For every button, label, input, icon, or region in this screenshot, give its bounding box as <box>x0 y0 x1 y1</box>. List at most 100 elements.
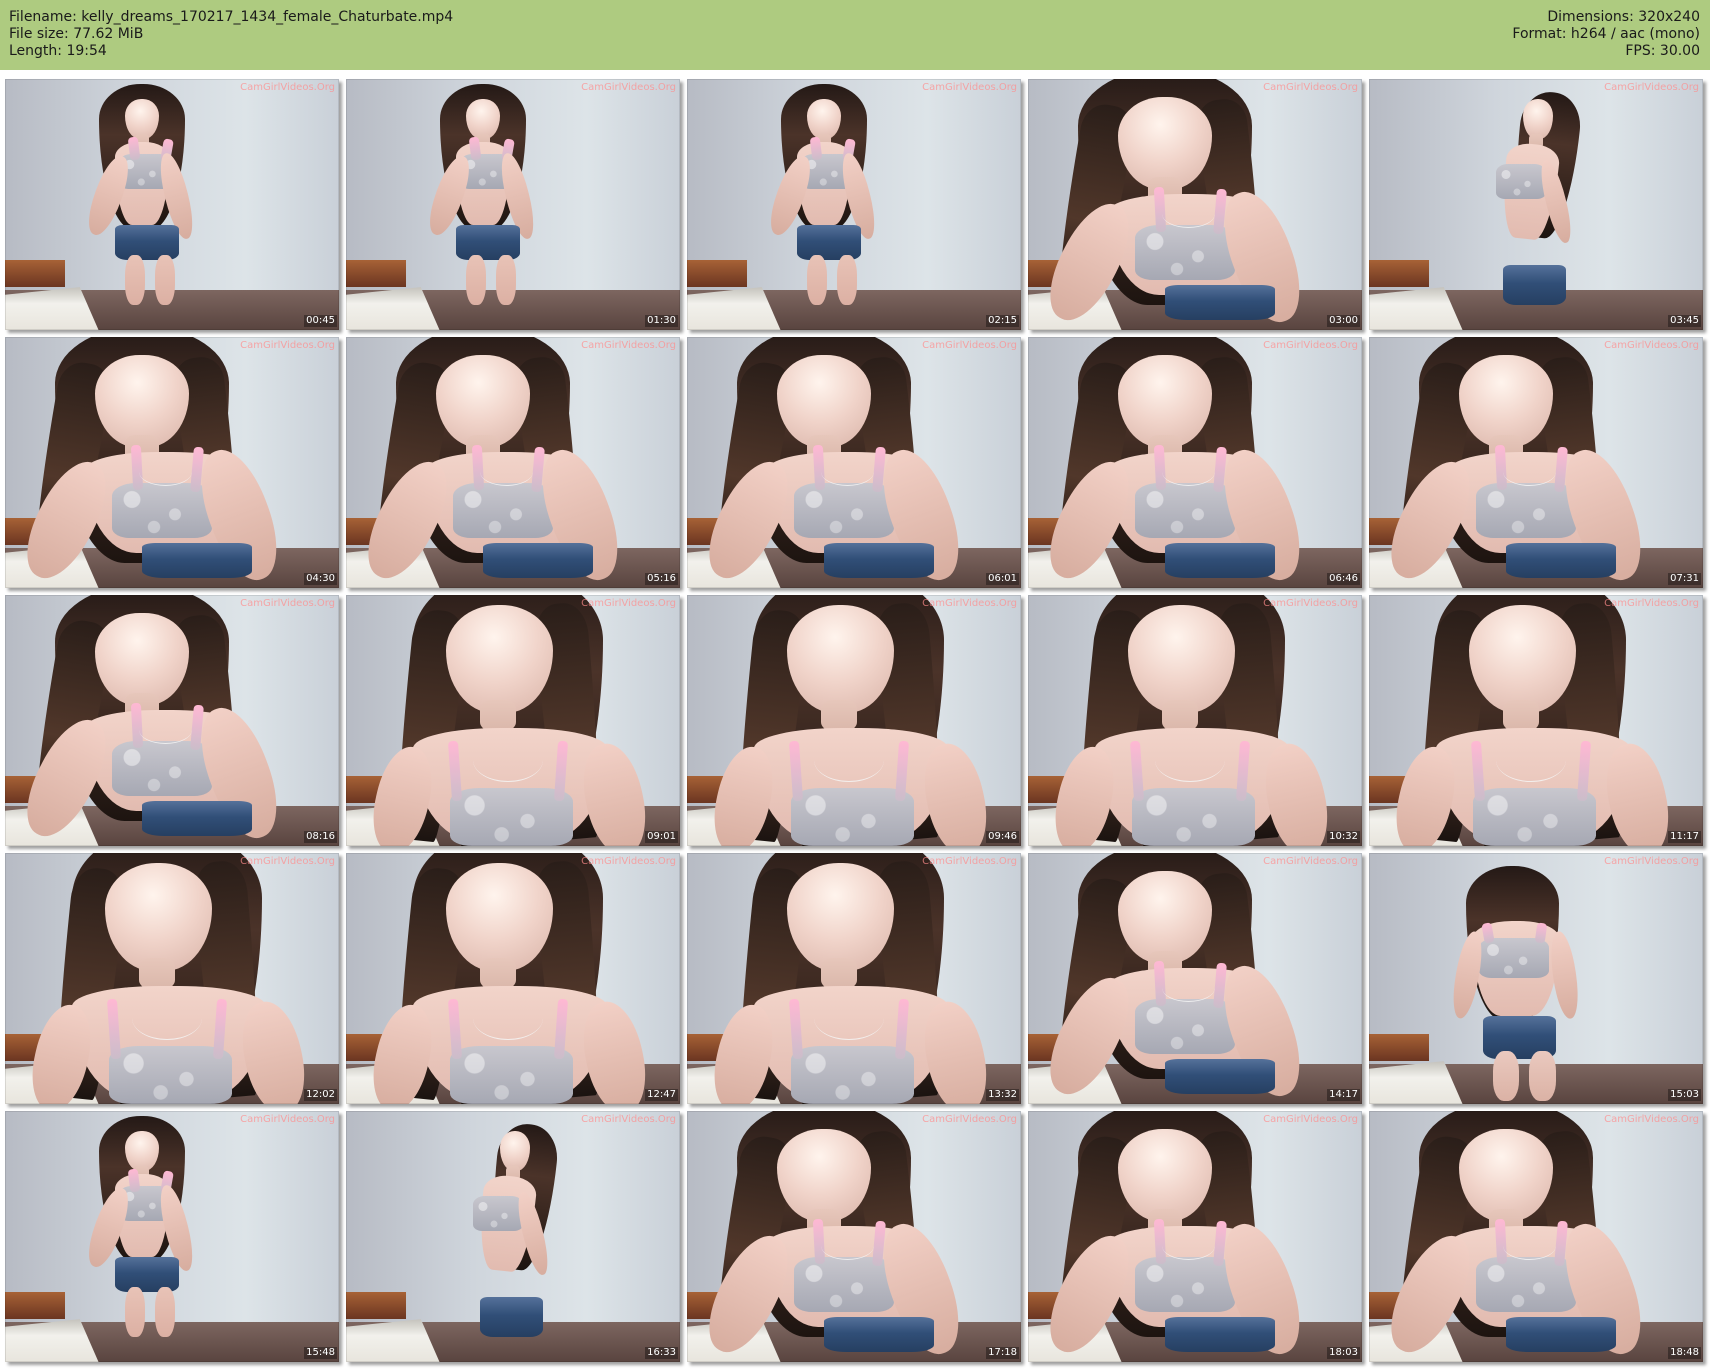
thumbnail-scene <box>1028 853 1362 1104</box>
thumbnail-scene <box>5 853 339 1104</box>
thumbnail: CamGirlVideos.Org 00:45 <box>5 79 339 330</box>
thumbnail-scene <box>1028 337 1362 588</box>
thumbnail-watermark: CamGirlVideos.Org <box>1263 598 1358 609</box>
thumbnail-scene <box>5 79 339 330</box>
thumbnail-timestamp: 07:31 <box>1668 573 1701 585</box>
thumbnail-scene <box>1369 595 1703 846</box>
thumbnail-timestamp: 16:33 <box>645 1347 678 1359</box>
thumbnail-scene <box>346 853 680 1104</box>
thumbnail-watermark: CamGirlVideos.Org <box>1604 82 1699 93</box>
thumbnail-watermark: CamGirlVideos.Org <box>581 856 676 867</box>
thumbnail-timestamp: 11:17 <box>1668 831 1701 843</box>
thumbnail-timestamp: 06:01 <box>986 573 1019 585</box>
thumbnail: CamGirlVideos.Org 07:31 <box>1369 337 1703 588</box>
thumbnail-grid: CamGirlVideos.Org 00:45 CamGirlVideos.Or… <box>0 0 1710 1370</box>
thumbnail-scene <box>346 1111 680 1362</box>
thumbnail-watermark: CamGirlVideos.Org <box>581 82 676 93</box>
thumbnail-watermark: CamGirlVideos.Org <box>922 598 1017 609</box>
thumbnail-scene <box>5 1111 339 1362</box>
thumbnail-watermark: CamGirlVideos.Org <box>1263 340 1358 351</box>
thumbnail-timestamp: 00:45 <box>304 315 337 327</box>
thumbnail: CamGirlVideos.Org 06:01 <box>687 337 1021 588</box>
thumbnail: CamGirlVideos.Org 12:47 <box>346 853 680 1104</box>
thumbnail-timestamp: 05:16 <box>645 573 678 585</box>
thumbnail-watermark: CamGirlVideos.Org <box>922 340 1017 351</box>
thumbnail-timestamp: 06:46 <box>1327 573 1360 585</box>
thumbnail-watermark: CamGirlVideos.Org <box>1604 598 1699 609</box>
thumbnail: CamGirlVideos.Org 10:32 <box>1028 595 1362 846</box>
thumbnail: CamGirlVideos.Org 18:03 <box>1028 1111 1362 1362</box>
thumbnail-watermark: CamGirlVideos.Org <box>240 82 335 93</box>
thumbnail: CamGirlVideos.Org 16:33 <box>346 1111 680 1362</box>
thumbnail-watermark: CamGirlVideos.Org <box>1263 1114 1358 1125</box>
thumbnail-watermark: CamGirlVideos.Org <box>581 1114 676 1125</box>
thumbnail: CamGirlVideos.Org 01:30 <box>346 79 680 330</box>
thumbnail-timestamp: 13:32 <box>986 1089 1019 1101</box>
thumbnail-scene <box>1369 79 1703 330</box>
thumbnail: CamGirlVideos.Org 09:01 <box>346 595 680 846</box>
thumbnail-scene <box>1369 853 1703 1104</box>
thumbnail-timestamp: 17:18 <box>986 1347 1019 1359</box>
thumbnail: CamGirlVideos.Org 09:46 <box>687 595 1021 846</box>
thumbnail-timestamp: 04:30 <box>304 573 337 585</box>
thumbnail-watermark: CamGirlVideos.Org <box>581 340 676 351</box>
thumbnail: CamGirlVideos.Org 06:46 <box>1028 337 1362 588</box>
thumbnail-timestamp: 18:03 <box>1327 1347 1360 1359</box>
thumbnail-watermark: CamGirlVideos.Org <box>240 1114 335 1125</box>
thumbnail: CamGirlVideos.Org 05:16 <box>346 337 680 588</box>
thumbnail-scene <box>5 595 339 846</box>
thumbnail-watermark: CamGirlVideos.Org <box>922 856 1017 867</box>
thumbnail: CamGirlVideos.Org 17:18 <box>687 1111 1021 1362</box>
thumbnail-timestamp: 18:48 <box>1668 1347 1701 1359</box>
thumbnail-timestamp: 10:32 <box>1327 831 1360 843</box>
thumbnail-watermark: CamGirlVideos.Org <box>240 856 335 867</box>
thumbnail-scene <box>687 1111 1021 1362</box>
thumbnail-timestamp: 09:46 <box>986 831 1019 843</box>
thumbnail: CamGirlVideos.Org 02:15 <box>687 79 1021 330</box>
thumbnail-scene <box>1028 1111 1362 1362</box>
thumbnail: CamGirlVideos.Org 14:17 <box>1028 853 1362 1104</box>
thumbnail-watermark: CamGirlVideos.Org <box>922 82 1017 93</box>
thumbnail-watermark: CamGirlVideos.Org <box>1604 340 1699 351</box>
thumbnail: CamGirlVideos.Org 15:03 <box>1369 853 1703 1104</box>
thumbnail-scene <box>687 595 1021 846</box>
thumbnail-scene <box>687 337 1021 588</box>
thumbnail-timestamp: 15:03 <box>1668 1089 1701 1101</box>
thumbnail: CamGirlVideos.Org 03:45 <box>1369 79 1703 330</box>
thumbnail-watermark: CamGirlVideos.Org <box>240 598 335 609</box>
thumbnail-scene <box>346 337 680 588</box>
thumbnail-timestamp: 08:16 <box>304 831 337 843</box>
thumbnail-scene <box>687 79 1021 330</box>
thumbnail: CamGirlVideos.Org 13:32 <box>687 853 1021 1104</box>
thumbnail-timestamp: 02:15 <box>986 315 1019 327</box>
thumbnail-scene <box>1369 1111 1703 1362</box>
thumbnail: CamGirlVideos.Org 08:16 <box>5 595 339 846</box>
thumbnail-scene <box>1369 337 1703 588</box>
thumbnail: CamGirlVideos.Org 11:17 <box>1369 595 1703 846</box>
thumbnail: CamGirlVideos.Org 03:00 <box>1028 79 1362 330</box>
thumbnail-timestamp: 12:47 <box>645 1089 678 1101</box>
thumbnail: CamGirlVideos.Org 04:30 <box>5 337 339 588</box>
thumbnail-timestamp: 03:45 <box>1668 315 1701 327</box>
thumbnail-timestamp: 09:01 <box>645 831 678 843</box>
thumbnail-watermark: CamGirlVideos.Org <box>1263 856 1358 867</box>
thumbnail-watermark: CamGirlVideos.Org <box>1604 1114 1699 1125</box>
thumbnail-scene <box>346 79 680 330</box>
thumbnail-scene <box>1028 79 1362 330</box>
thumbnail-timestamp: 01:30 <box>645 315 678 327</box>
thumbnail-timestamp: 03:00 <box>1327 315 1360 327</box>
thumbnail: CamGirlVideos.Org 18:48 <box>1369 1111 1703 1362</box>
thumbnail-scene <box>5 337 339 588</box>
thumbnail-scene <box>1028 595 1362 846</box>
thumbnail-watermark: CamGirlVideos.Org <box>1263 82 1358 93</box>
thumbnail-watermark: CamGirlVideos.Org <box>581 598 676 609</box>
thumbnail-watermark: CamGirlVideos.Org <box>1604 856 1699 867</box>
thumbnail-scene <box>346 595 680 846</box>
thumbnail: CamGirlVideos.Org 15:48 <box>5 1111 339 1362</box>
thumbnail-watermark: CamGirlVideos.Org <box>240 340 335 351</box>
thumbnail-timestamp: 15:48 <box>304 1347 337 1359</box>
thumbnail-watermark: CamGirlVideos.Org <box>922 1114 1017 1125</box>
thumbnail-timestamp: 12:02 <box>304 1089 337 1101</box>
thumbnail-scene <box>687 853 1021 1104</box>
thumbnail: CamGirlVideos.Org 12:02 <box>5 853 339 1104</box>
